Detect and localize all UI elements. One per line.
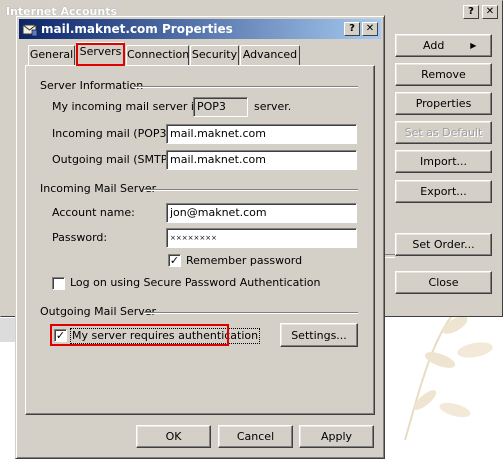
properties-button[interactable]: Properties — [395, 92, 492, 115]
add-button[interactable]: Add ▶ — [395, 34, 492, 57]
server-info-heading: Server Information — [40, 79, 144, 92]
outgoing-mail-input[interactable]: mail.maknet.com — [166, 150, 357, 170]
incoming-type-field: POP3 — [193, 97, 248, 117]
outgoing-mail-label: Outgoing mail (SMTP): — [52, 153, 176, 166]
account-name-input[interactable]: jon@maknet.com — [166, 203, 357, 223]
dialog-titlebar: mail.maknet.com Properties — [19, 19, 381, 39]
incoming-server-heading: Incoming Mail Server — [40, 182, 157, 195]
spa-checkbox[interactable] — [52, 277, 65, 290]
tab-security[interactable]: Security — [190, 45, 239, 65]
remove-button[interactable]: Remove — [395, 63, 492, 86]
import-button[interactable]: Import... — [395, 150, 492, 173]
servers-tab-highlight — [76, 43, 125, 66]
tab-connection[interactable]: Connection — [126, 45, 189, 65]
dialog-title: mail.maknet.com Properties — [41, 22, 233, 36]
password-label: Password: — [52, 231, 108, 244]
set-as-default-button[interactable]: Set as Default — [395, 121, 492, 144]
back-help-button[interactable]: ? — [463, 5, 479, 19]
tab-general[interactable]: General — [28, 45, 75, 65]
ok-button[interactable]: OK — [136, 425, 211, 448]
account-name-label: Account name: — [52, 206, 135, 219]
back-close-button[interactable]: ✕ — [482, 5, 498, 19]
password-input[interactable]: ×××××××× — [166, 228, 357, 248]
mail-account-icon — [22, 24, 38, 37]
add-button-label: Add — [423, 39, 445, 52]
dialog-close-button[interactable]: ✕ — [362, 22, 378, 36]
set-order-button[interactable]: Set Order... — [395, 233, 492, 256]
incoming-type-suffix: server. — [254, 100, 292, 113]
close-button[interactable]: Close — [395, 271, 492, 294]
incoming-mail-label: Incoming mail (POP3): — [52, 127, 175, 140]
incoming-mail-input[interactable]: mail.maknet.com — [166, 124, 357, 144]
outgoing-server-heading: Outgoing Mail Server — [40, 305, 157, 318]
spa-label: Log on using Secure Password Authenticat… — [70, 276, 321, 289]
remember-password-label: Remember password — [186, 254, 303, 267]
dialog-help-button[interactable]: ? — [344, 22, 360, 36]
incoming-type-prefix: My incoming mail server is a — [52, 100, 210, 113]
server-info-divider — [133, 86, 358, 88]
remember-password-checkbox[interactable]: ✓ — [168, 254, 181, 267]
apply-button[interactable]: Apply — [299, 425, 374, 448]
auth-highlight — [50, 324, 229, 346]
incoming-server-divider — [144, 189, 358, 191]
tab-advanced[interactable]: Advanced — [240, 45, 300, 65]
outgoing-server-divider — [144, 312, 358, 314]
cancel-button[interactable]: Cancel — [218, 425, 293, 448]
export-button[interactable]: Export... — [395, 180, 492, 203]
add-arrow-icon: ▶ — [470, 41, 477, 50]
settings-button[interactable]: Settings... — [280, 323, 358, 347]
